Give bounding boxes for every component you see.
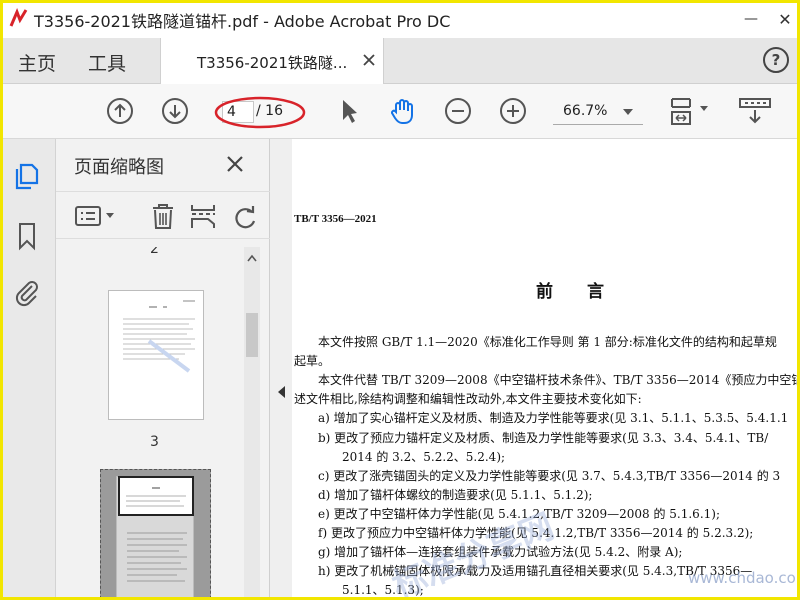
doc-paragraph-line: 述文件相比,除结构调整和编辑性改动外,本文件主要技术变化如下: <box>294 392 642 406</box>
attachment-icon[interactable] <box>12 277 42 307</box>
doc-list-item: b) 更改了预应力锚杆定义及材质、制造及力学性能等要求(见 3.3、3.4、5.… <box>318 431 769 445</box>
page-thumbnails-icon[interactable] <box>12 161 42 191</box>
bookmark-icon[interactable] <box>12 221 42 251</box>
menu-bar: 主页 工具 T3356-2021铁路隧... ? <box>0 38 800 84</box>
zoom-out-icon[interactable] <box>443 96 473 126</box>
document-tab[interactable]: T3356-2021铁路隧... <box>160 38 384 84</box>
read-mode-icon[interactable] <box>738 96 772 126</box>
previous-page-icon[interactable] <box>105 96 135 126</box>
page-thumbnail-3[interactable] <box>108 290 204 420</box>
highlight-oval <box>214 96 306 129</box>
select-cursor-icon[interactable] <box>333 96 363 126</box>
doc-paragraph-line: 起草。 <box>294 354 331 368</box>
scroll-up-icon[interactable] <box>246 253 258 263</box>
doc-paragraph-line: 本文件代替 TB/T 3209—2008《中空锚杆技术条件》、TB/T 3356… <box>318 373 800 387</box>
delete-page-icon[interactable] <box>148 202 178 230</box>
scrollbar-thumb[interactable] <box>246 313 258 357</box>
collapse-panel-icon[interactable] <box>276 385 286 399</box>
page-label-3: 3 <box>150 434 159 450</box>
minimize-button[interactable]: — <box>736 6 766 32</box>
hand-tool-icon[interactable] <box>388 96 418 126</box>
panel-collapse-strip[interactable] <box>270 139 292 600</box>
close-panel-icon[interactable] <box>224 153 246 175</box>
zoom-in-icon[interactable] <box>498 96 528 126</box>
panel-toolbar <box>56 191 270 239</box>
doc-running-header: TB/T 3356—2021 <box>294 213 377 225</box>
menu-tools[interactable]: 工具 <box>88 49 126 76</box>
app-logo-icon <box>8 7 30 29</box>
doc-list-item: a) 增加了实心锚杆定义及材质、制造及力学性能等要求(见 3.1、5.1.1、5… <box>318 411 789 425</box>
thumbnail-scrollbar[interactable] <box>244 247 260 600</box>
document-view[interactable]: TB/T 3356—2021 前言 本文件按照 GB/T 1.1—2020《标准… <box>292 139 800 600</box>
help-icon[interactable]: ? <box>762 46 790 74</box>
menu-home[interactable]: 主页 <box>18 49 56 76</box>
zoom-dropdown[interactable]: 66.7% <box>553 99 643 125</box>
toolbar: 4 / 16 66.7% <box>0 84 800 139</box>
chevron-down-icon <box>623 109 633 115</box>
svg-text:?: ? <box>772 51 781 69</box>
thumbnails-panel: 页面缩略图 2 3 <box>56 139 270 600</box>
doc-list-item: d) 增加了锚杆体螺纹的制造要求(见 5.1.1、5.1.2); <box>318 488 593 502</box>
rotate-page-icon[interactable] <box>230 202 260 230</box>
close-tab-icon[interactable] <box>361 52 377 68</box>
watermark-url: www.chdao.com <box>688 569 800 587</box>
panel-title: 页面缩略图 <box>74 157 164 178</box>
left-nav <box>0 139 56 600</box>
viewport-preview <box>126 487 186 507</box>
title-bar: T3356-2021铁路隧道锚杆.pdf - Adobe Acrobat Pro… <box>0 0 800 38</box>
next-page-icon[interactable] <box>160 96 190 126</box>
page-label-2: 2 <box>150 247 159 257</box>
minimize-icon: — <box>744 11 758 27</box>
doc-list-item-continued: 2014 的 3.2、5.2.2、5.2.4); <box>342 450 506 464</box>
doc-section-title: 前言 <box>536 282 638 302</box>
doc-list-item: c) 更改了涨壳锚固头的定义及力学性能等要求(见 3.7、5.4.3,TB/T … <box>318 469 781 483</box>
thumbnail-list[interactable]: 2 3 <box>56 247 270 600</box>
close-window-button[interactable]: ✕ <box>770 6 800 32</box>
doc-paragraph-line: 本文件按照 GB/T 1.1—2020《标准化工作导则 第 1 部分:标准化文件… <box>318 335 777 349</box>
window-title: T3356-2021铁路隧道锚杆.pdf - Adobe Acrobat Pro… <box>34 12 451 31</box>
thumbnail-viewport-box[interactable] <box>118 476 194 516</box>
thumbnail-3-preview <box>123 300 195 373</box>
close-icon: ✕ <box>778 9 792 29</box>
zoom-value: 66.7% <box>563 103 608 119</box>
insert-page-icon[interactable] <box>188 202 218 230</box>
fit-page-icon[interactable] <box>666 96 712 126</box>
document-tab-label: T3356-2021铁路隧... <box>197 54 348 72</box>
options-menu-icon[interactable] <box>74 202 120 230</box>
